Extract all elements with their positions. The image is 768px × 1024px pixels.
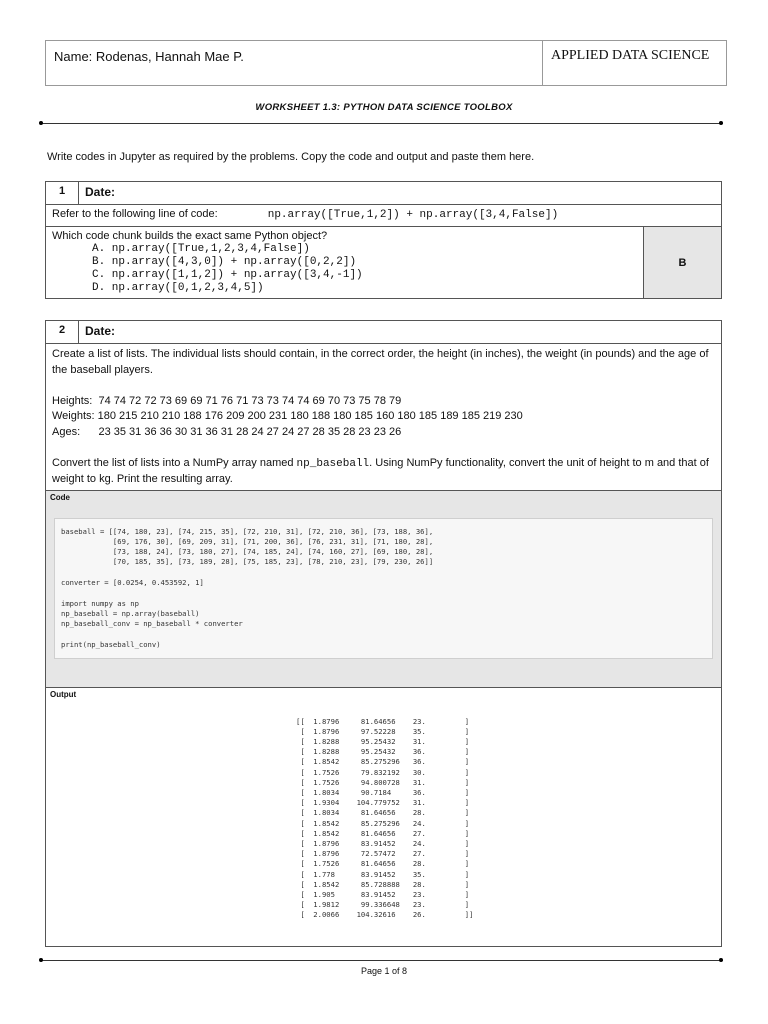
q1-number: 1 xyxy=(45,181,79,205)
q1-option-b: B. np.array([4,3,0]) + np.array([0,2,2]) xyxy=(92,256,357,268)
q1-option-d: D. np.array([0,1,2,3,4,5]) xyxy=(92,282,264,294)
subject-title: APPLIED DATA SCIENCE xyxy=(551,48,710,63)
q1-date: Date: xyxy=(78,181,722,205)
q1-option-c: C. np.array([1,1,2]) + np.array([3,4,-1]… xyxy=(92,269,363,281)
q1-question: Which code chunk builds the exact same P… xyxy=(52,230,328,242)
q1-code: np.array([True,1,2]) + np.array([3,4,Fal… xyxy=(267,209,559,221)
q2-number: 2 xyxy=(45,320,79,344)
divider-dot xyxy=(39,958,43,962)
page-number: Page 1 of 8 xyxy=(360,966,408,976)
worksheet-title: WORKSHEET 1.3: PYTHON DATA SCIENCE TOOLB… xyxy=(255,102,513,113)
q2-description: Create a list of lists. The individual l… xyxy=(52,348,709,376)
q2-heights: Heights: 74 74 72 72 73 69 69 71 76 71 7… xyxy=(52,394,402,407)
output-array: [[ 1.8796 81.64656 23. ] [ 1.8796 97.522… xyxy=(296,716,474,920)
q2-weights: Weights: 180 215 210 210 188 176 209 200… xyxy=(52,410,523,422)
q2-convert-text: Convert the list of lists into a NumPy a… xyxy=(52,456,297,469)
q1-refer: Refer to the following line of code: xyxy=(52,208,218,220)
code-cell: baseball = [[74, 180, 23], [74, 215, 35]… xyxy=(54,517,713,660)
header-box: Name: Rodenas, Hannah Mae P. APPLIED DAT… xyxy=(45,40,727,86)
instructions: Write codes in Jupyter as required by th… xyxy=(47,151,535,163)
divider-dot xyxy=(719,121,723,125)
output-label: Output xyxy=(50,689,77,699)
worksheet-page: Name: Rodenas, Hannah Mae P. APPLIED DAT… xyxy=(0,0,768,1024)
student-name: Name: Rodenas, Hannah Mae P. xyxy=(46,41,543,85)
code-label: Code xyxy=(50,492,70,502)
q1-option-a: A. np.array([True,1,2,3,4,False]) xyxy=(92,243,310,255)
q2-date: Date: xyxy=(78,320,722,344)
question-2: 2 Date: Create a list of lists. The indiv… xyxy=(45,320,722,947)
divider-dot xyxy=(39,121,43,125)
footer-divider xyxy=(40,960,723,961)
question-1: 1 Date: Refer to the following line of co… xyxy=(45,181,722,299)
divider xyxy=(40,123,723,124)
q1-answer: B xyxy=(643,226,722,299)
q2-convert-code: np_baseball xyxy=(296,457,370,470)
q2-ages: Ages: 23 35 31 36 36 30 31 36 31 28 24 2… xyxy=(52,425,402,438)
divider-dot xyxy=(719,958,723,962)
